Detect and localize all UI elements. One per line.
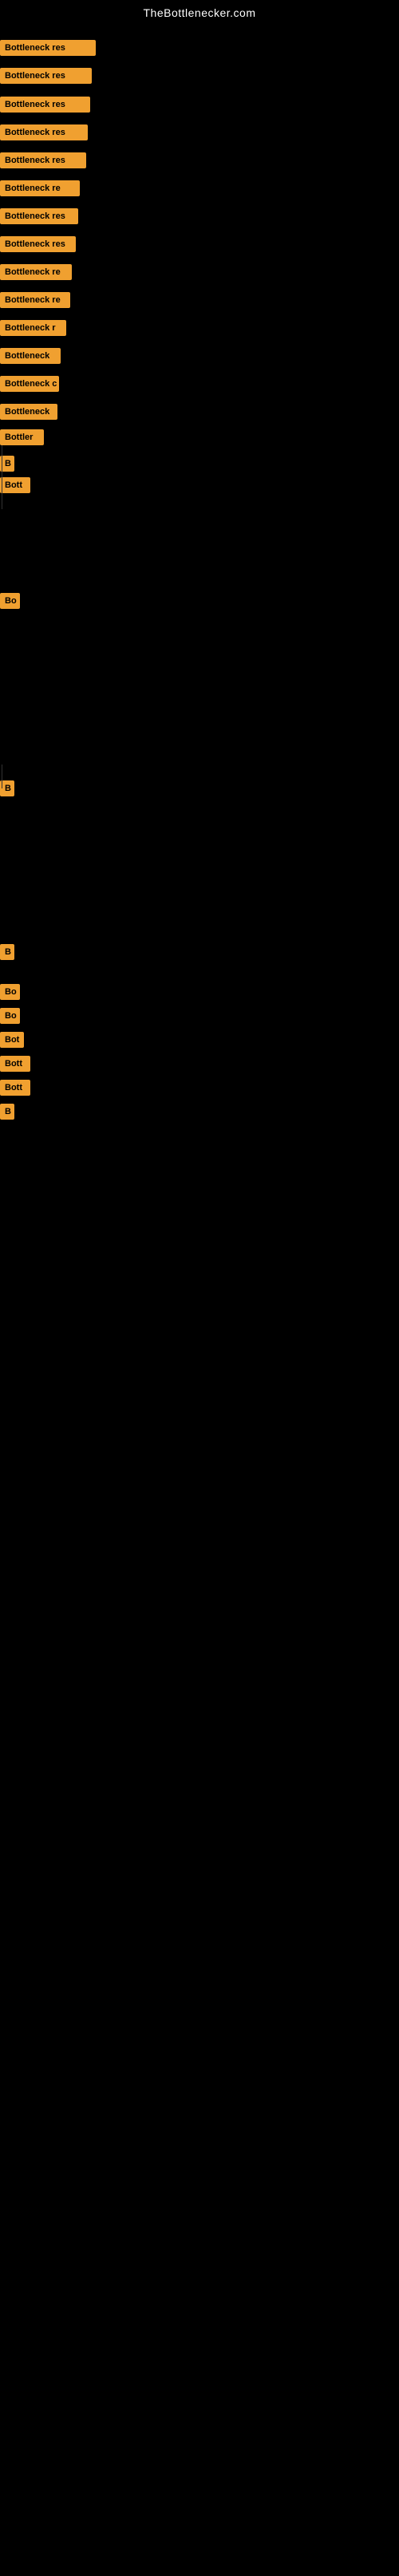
bottleneck-button-6[interactable]: Bottleneck re <box>0 180 80 196</box>
bottleneck-button-15[interactable]: Bottler <box>0 429 44 445</box>
bottleneck-button-4[interactable]: Bottleneck res <box>0 124 88 140</box>
bottleneck-button-25[interactable]: Bott <box>0 1080 30 1096</box>
bottleneck-button-12[interactable]: Bottleneck <box>0 348 61 364</box>
bottleneck-button-21[interactable]: Bo <box>0 984 20 1000</box>
bottleneck-button-10[interactable]: Bottleneck re <box>0 292 70 308</box>
bottleneck-button-17[interactable]: Bott <box>0 477 30 493</box>
bottleneck-button-11[interactable]: Bottleneck r <box>0 320 66 336</box>
bottleneck-button-5[interactable]: Bottleneck res <box>0 152 86 168</box>
bottleneck-button-26[interactable]: B <box>0 1104 14 1120</box>
bottleneck-button-18[interactable]: Bo <box>0 593 20 609</box>
site-title: TheBottlenecker.com <box>0 0 399 22</box>
bottleneck-button-3[interactable]: Bottleneck res <box>0 97 90 113</box>
bottleneck-button-23[interactable]: Bot <box>0 1032 24 1048</box>
bottleneck-button-7[interactable]: Bottleneck res <box>0 208 78 224</box>
bottleneck-button-2[interactable]: Bottleneck res <box>0 68 92 84</box>
bottleneck-button-1[interactable]: Bottleneck res <box>0 40 96 56</box>
bottleneck-button-24[interactable]: Bott <box>0 1056 30 1072</box>
bottleneck-button-9[interactable]: Bottleneck re <box>0 264 72 280</box>
bottleneck-button-13[interactable]: Bottleneck c <box>0 376 59 392</box>
bottleneck-button-8[interactable]: Bottleneck res <box>0 236 76 252</box>
bottleneck-button-20[interactable]: B <box>0 944 14 960</box>
bottleneck-button-22[interactable]: Bo <box>0 1008 20 1024</box>
bottleneck-button-14[interactable]: Bottleneck <box>0 404 57 420</box>
